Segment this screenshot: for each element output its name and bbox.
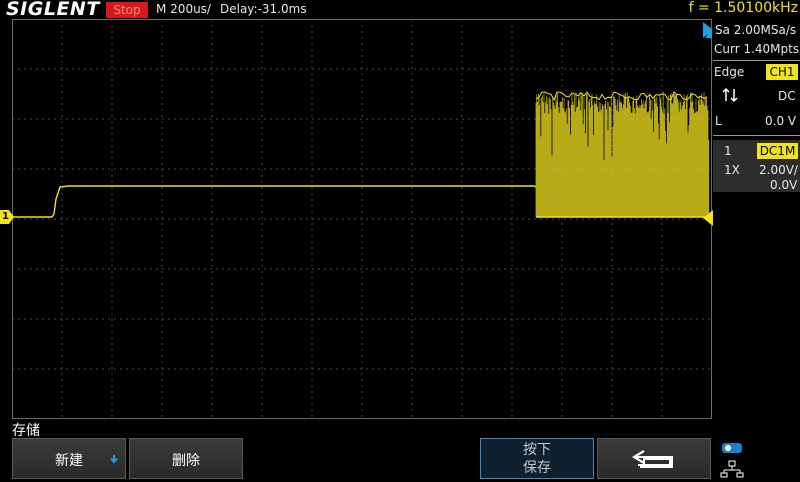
press-save-line1: 按下 [523, 442, 551, 458]
network-status-icon[interactable] [718, 440, 746, 478]
trigger-type[interactable]: Edge [714, 65, 744, 79]
sample-rate: Sa 2.00MSa/s [715, 23, 797, 37]
waveform-grid[interactable] [12, 19, 712, 419]
panel-divider [713, 60, 800, 61]
delay-readout[interactable]: Delay:-31.0ms [220, 2, 307, 16]
channel1-coupling[interactable]: DC1M [757, 143, 798, 159]
menu-title: 存储 [12, 423, 40, 439]
memory-depth: Curr 1.40Mpts [714, 42, 800, 56]
delete-button-label: 删除 [172, 453, 200, 469]
trigger-level-label: L [715, 114, 722, 128]
press-to-save-button[interactable]: 按下 保存 [480, 438, 594, 479]
channel1-scale: 2.00V/ [759, 163, 798, 177]
slope-either-icon[interactable] [722, 86, 740, 104]
burst-pulses [535, 92, 710, 217]
signal-burst [535, 91, 710, 218]
return-arrow-icon [632, 448, 678, 474]
press-save-line2: 保存 [523, 460, 551, 476]
trigger-coupling[interactable]: DC [778, 89, 796, 103]
timebase-readout[interactable]: M 200us/ [156, 2, 211, 16]
frequency-counter: f = 1.50100kHz [688, 0, 798, 16]
trigger-pointer-icon [703, 22, 713, 38]
channel1-probe: 1X [724, 163, 740, 177]
panel-divider [713, 135, 800, 136]
brand-logo: SIGLENT [6, 0, 100, 20]
run-status-badge[interactable]: Stop [106, 2, 148, 18]
new-button[interactable]: 新建 [12, 438, 126, 479]
channel1-offset: 0.0V [770, 178, 798, 192]
return-button[interactable] [597, 438, 711, 479]
trigger-level-marker[interactable] [703, 210, 713, 226]
trigger-source[interactable]: CH1 [766, 64, 798, 80]
channel1-marker-label: 1 [2, 211, 9, 222]
trigger-level-value[interactable]: 0.0 V [765, 114, 796, 128]
arrow-down-icon [109, 452, 119, 468]
delete-button[interactable]: 删除 [129, 438, 243, 479]
channel1-number: 1 [724, 144, 732, 158]
